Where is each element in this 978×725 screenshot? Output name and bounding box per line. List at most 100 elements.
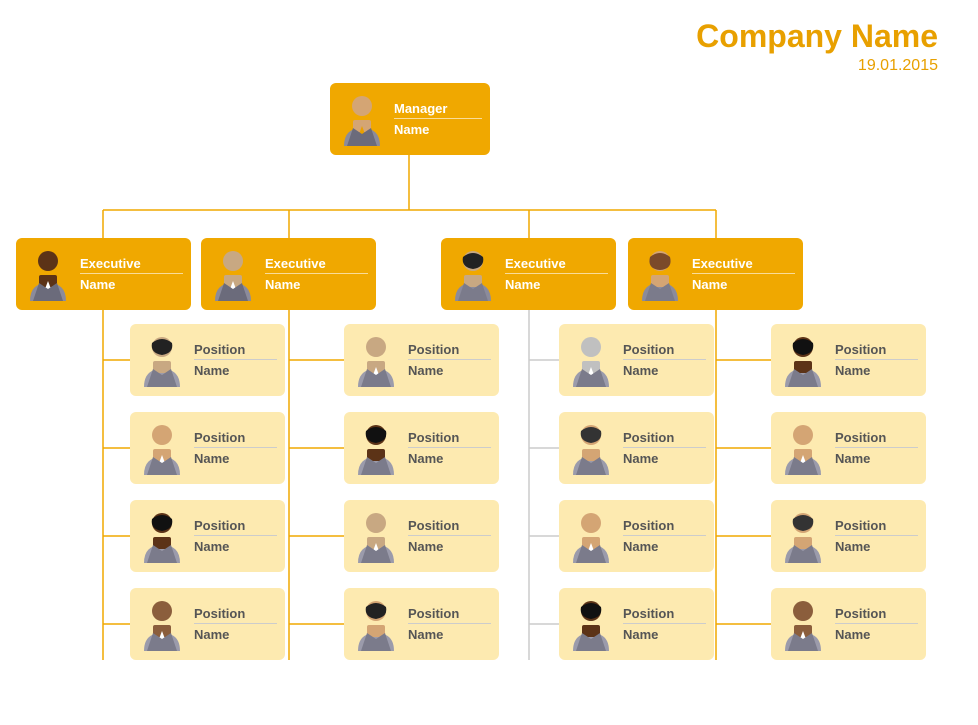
executive-name-1: Name [80, 277, 183, 292]
executive-avatar-4 [636, 246, 684, 302]
executive-avatar-2 [209, 246, 257, 302]
pos-name-2-1: Name [408, 363, 491, 378]
executive-name-4: Name [692, 277, 795, 292]
pos-name-3-3: Name [623, 539, 706, 554]
position-node-3-4: Position Name [559, 588, 714, 660]
manager-card: Manager Name [330, 83, 490, 155]
pos-avatar-1-2 [138, 420, 186, 476]
pos-name-4-3: Name [835, 539, 918, 554]
pos-text-2-3: Position Name [408, 518, 491, 554]
position-card-4-4: Position Name [771, 588, 926, 660]
pos-title-2-3: Position [408, 518, 491, 536]
manager-avatar [338, 91, 386, 147]
pos-name-2-3: Name [408, 539, 491, 554]
manager-node: Manager Name [330, 83, 490, 155]
position-node-2-4: Position Name [344, 588, 499, 660]
pos-title-3-2: Position [623, 430, 706, 448]
pos-avatar-3-2 [567, 420, 615, 476]
pos-name-3-1: Name [623, 363, 706, 378]
pos-title-3-4: Position [623, 606, 706, 624]
executive-text-2: Executive Name [265, 256, 368, 292]
pos-name-4-1: Name [835, 363, 918, 378]
pos-title-3-3: Position [623, 518, 706, 536]
position-card-4-3: Position Name [771, 500, 926, 572]
executive-node-4: Executive Name [628, 238, 803, 310]
position-card-4-2: Position Name [771, 412, 926, 484]
position-node-4-2: Position Name [771, 412, 926, 484]
position-node-2-1: Position Name [344, 324, 499, 396]
position-card-2-4: Position Name [344, 588, 499, 660]
position-card-2-3: Position Name [344, 500, 499, 572]
company-header: Company Name 19.01.2015 [696, 18, 938, 75]
pos-avatar-1-3 [138, 508, 186, 564]
pos-text-4-4: Position Name [835, 606, 918, 642]
position-node-1-4: Position Name [130, 588, 285, 660]
position-card-2-1: Position Name [344, 324, 499, 396]
executive-node-2: Executive Name [201, 238, 376, 310]
pos-avatar-2-4 [352, 596, 400, 652]
position-node-1-1: Position Name [130, 324, 285, 396]
company-name: Company Name [696, 18, 938, 55]
pos-name-1-3: Name [194, 539, 277, 554]
position-node-1-2: Position Name [130, 412, 285, 484]
manager-title: Manager [394, 101, 482, 119]
pos-title-2-4: Position [408, 606, 491, 624]
company-date: 19.01.2015 [696, 57, 938, 75]
pos-text-2-2: Position Name [408, 430, 491, 466]
pos-avatar-1-4 [138, 596, 186, 652]
manager-text: Manager Name [394, 101, 482, 137]
pos-text-3-1: Position Name [623, 342, 706, 378]
executive-title-4: Executive [692, 256, 795, 274]
executive-text-1: Executive Name [80, 256, 183, 292]
pos-text-1-4: Position Name [194, 606, 277, 642]
position-node-1-3: Position Name [130, 500, 285, 572]
manager-name: Name [394, 122, 482, 137]
pos-text-3-4: Position Name [623, 606, 706, 642]
pos-text-4-3: Position Name [835, 518, 918, 554]
position-card-3-2: Position Name [559, 412, 714, 484]
pos-text-3-3: Position Name [623, 518, 706, 554]
pos-name-3-4: Name [623, 627, 706, 642]
position-card-4-1: Position Name [771, 324, 926, 396]
executive-node-1: Executive Name [16, 238, 191, 310]
pos-title-3-1: Position [623, 342, 706, 360]
pos-title-2-2: Position [408, 430, 491, 448]
pos-avatar-1-1 [138, 332, 186, 388]
pos-avatar-4-3 [779, 508, 827, 564]
position-card-1-3: Position Name [130, 500, 285, 572]
pos-name-1-2: Name [194, 451, 277, 466]
pos-text-4-1: Position Name [835, 342, 918, 378]
pos-name-1-4: Name [194, 627, 277, 642]
pos-text-1-1: Position Name [194, 342, 277, 378]
executive-card-3: Executive Name [441, 238, 616, 310]
position-node-2-2: Position Name [344, 412, 499, 484]
pos-avatar-3-4 [567, 596, 615, 652]
executive-title-2: Executive [265, 256, 368, 274]
pos-name-4-2: Name [835, 451, 918, 466]
position-node-4-1: Position Name [771, 324, 926, 396]
pos-text-2-1: Position Name [408, 342, 491, 378]
pos-avatar-2-3 [352, 508, 400, 564]
executive-name-2: Name [265, 277, 368, 292]
position-node-2-3: Position Name [344, 500, 499, 572]
pos-title-1-3: Position [194, 518, 277, 536]
pos-title-4-4: Position [835, 606, 918, 624]
position-card-1-1: Position Name [130, 324, 285, 396]
pos-name-4-4: Name [835, 627, 918, 642]
executive-node-3: Executive Name [441, 238, 616, 310]
executive-card-4: Executive Name [628, 238, 803, 310]
position-card-3-1: Position Name [559, 324, 714, 396]
executive-card-1: Executive Name [16, 238, 191, 310]
pos-name-1-1: Name [194, 363, 277, 378]
pos-text-4-2: Position Name [835, 430, 918, 466]
pos-avatar-4-4 [779, 596, 827, 652]
position-card-3-3: Position Name [559, 500, 714, 572]
pos-text-1-3: Position Name [194, 518, 277, 554]
pos-avatar-4-2 [779, 420, 827, 476]
pos-title-1-1: Position [194, 342, 277, 360]
pos-title-2-1: Position [408, 342, 491, 360]
executive-avatar-1 [24, 246, 72, 302]
pos-text-2-4: Position Name [408, 606, 491, 642]
executive-card-2: Executive Name [201, 238, 376, 310]
pos-avatar-3-1 [567, 332, 615, 388]
